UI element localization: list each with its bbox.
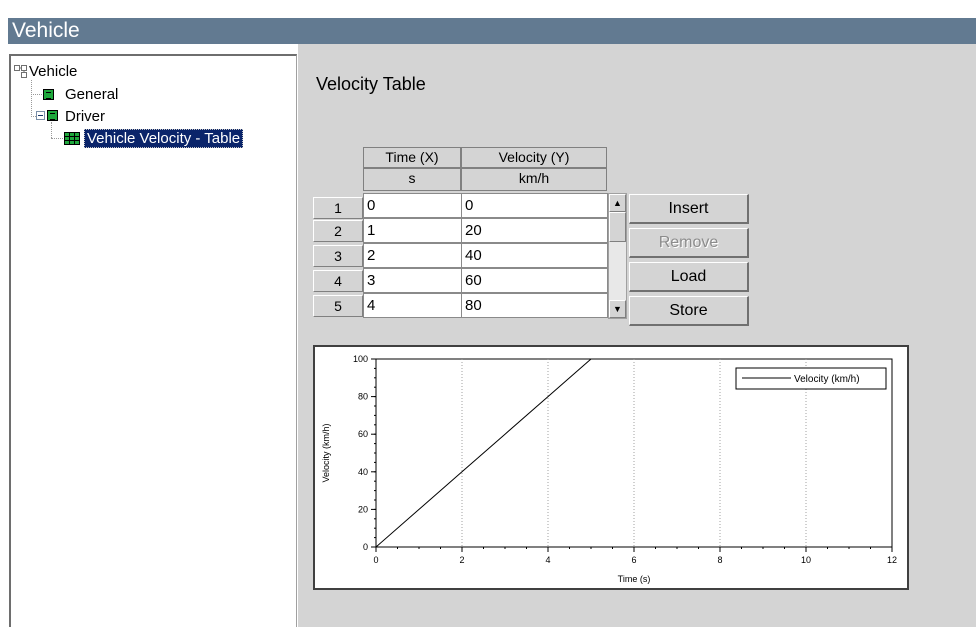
green-table-icon [64,132,80,145]
collapse-toggle-icon[interactable] [36,111,45,120]
y-tick-label: 100 [353,354,368,364]
scroll-up-icon[interactable]: ▲ [609,194,626,212]
velocity-cell[interactable]: 80 [461,293,608,318]
y-tick-label: 20 [358,504,368,514]
tree-item-vehicle[interactable]: Vehicle [29,63,77,81]
column-header-label: Velocity (Y) [498,149,570,165]
window-title-bar: Vehicle [8,18,976,44]
chart-canvas: 0 2 4 6 8 10 12 0 20 40 60 80 100 Time (s) Velocity … [321,354,897,584]
x-tick-label: 0 [373,555,378,565]
tree-item-label: Driver [65,108,105,125]
y-tick-label: 60 [358,429,368,439]
scroll-down-icon[interactable]: ▼ [609,300,626,318]
y-axis-label: Velocity (km/h) [321,423,331,482]
tree-item-driver[interactable]: Driver [65,108,105,126]
column-header-time[interactable]: Time (X) [363,147,461,168]
y-tick-label: 80 [358,392,368,402]
x-axis-label: Time (s) [618,574,651,584]
velocity-cell[interactable]: 0 [461,193,608,218]
time-cell[interactable]: 4 [363,293,462,318]
row-header[interactable]: 3 [313,245,363,267]
row-header[interactable]: 5 [313,295,363,317]
time-cell[interactable]: 1 [363,218,462,243]
column-unit-velocity: km/h [461,168,607,191]
tree-item-label: General [65,86,119,103]
time-cell[interactable]: 2 [363,243,462,268]
insert-button[interactable]: Insert [629,194,749,224]
x-tick-label: 6 [631,555,636,565]
page-title: Velocity Table [316,74,426,94]
store-button[interactable]: Store [629,296,749,326]
x-tick-label: 2 [459,555,464,565]
x-tick-label: 10 [801,555,811,565]
x-tick-label: 4 [545,555,550,565]
window-title: Vehicle [12,19,80,42]
green-grid-icon [43,89,54,100]
tree-root-icon [14,65,27,78]
column-header-label: Time (X) [385,149,439,165]
y-tick-label: 0 [363,542,368,552]
table-scrollbar[interactable]: ▲ ▼ [608,193,627,319]
scroll-thumb[interactable] [609,212,626,242]
chart-legend: Velocity (km/h) [735,367,887,390]
tree-item-label: Vehicle [29,63,78,80]
velocity-cell[interactable]: 20 [461,218,608,243]
time-cell[interactable]: 3 [363,268,462,293]
row-header[interactable]: 1 [313,197,363,219]
y-tick-label: 40 [358,467,368,477]
remove-button[interactable]: Remove [629,228,749,258]
row-header[interactable]: 2 [313,220,363,242]
column-unit-label: s [408,170,416,186]
column-unit-time: s [363,168,461,191]
tree-item-label: Vehicle Velocity - Table [84,129,244,148]
x-tick-label: 12 [887,555,897,565]
time-cell[interactable]: 0 [363,193,462,218]
row-header[interactable]: 4 [313,270,363,292]
legend-label: Velocity (km/h) [794,374,860,385]
column-unit-label: km/h [518,170,550,186]
tree-item-general[interactable]: General [65,86,118,104]
tree-item-vehicle-velocity-table[interactable]: Vehicle Velocity - Table [84,129,244,148]
load-button[interactable]: Load [629,262,749,292]
column-header-velocity[interactable]: Velocity (Y) [461,147,607,168]
velocity-cell[interactable]: 60 [461,268,608,293]
x-tick-label: 8 [717,555,722,565]
velocity-cell[interactable]: 40 [461,243,608,268]
green-grid-icon [47,110,58,121]
velocity-chart: 0 2 4 6 8 10 12 0 20 40 60 80 100 Time (s) Velocity … [313,345,909,590]
